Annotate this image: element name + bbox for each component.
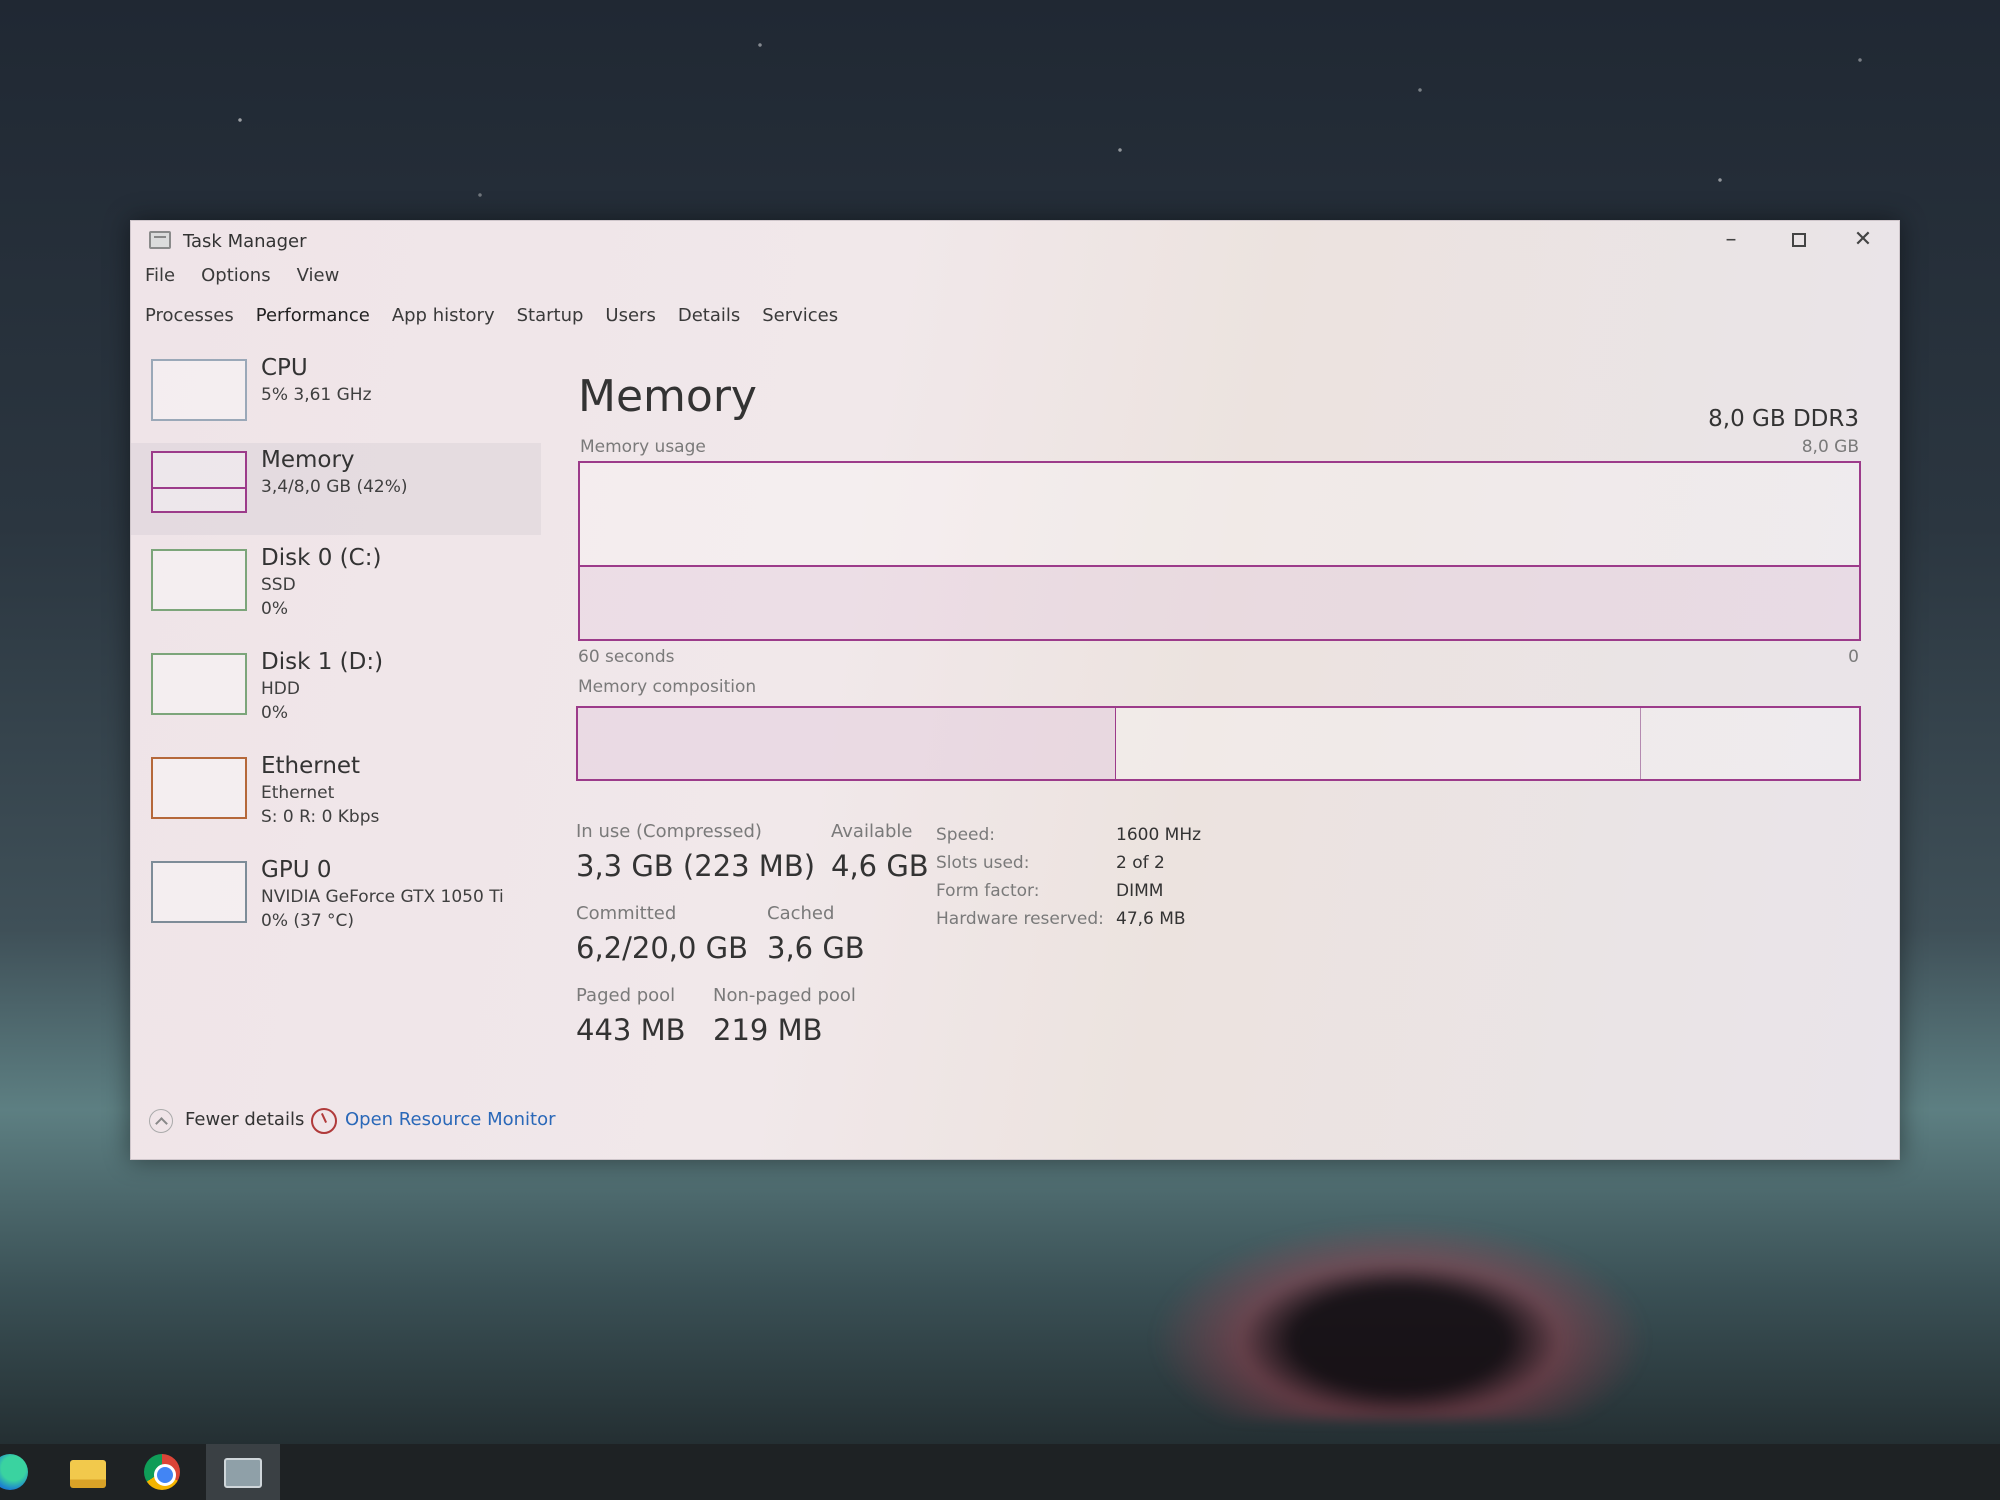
sidebar-item-title: GPU 0 xyxy=(261,857,332,883)
sidebar-item-disk0[interactable]: Disk 0 (C:) SSD 0% xyxy=(131,541,541,633)
task-manager-icon xyxy=(149,231,171,249)
in-use-label: In use (Compressed) xyxy=(576,821,762,842)
sidebar-item-cpu[interactable]: CPU 5% 3,61 GHz xyxy=(131,351,541,443)
disk0-mini-graph xyxy=(151,549,247,611)
paged-pool-value: 443 MB xyxy=(576,1013,686,1047)
sidebar-item-detail: 0% (37 °C) xyxy=(261,911,355,931)
memory-spec: 8,0 GB DDR3 xyxy=(1708,406,1859,432)
available-value: 4,6 GB xyxy=(831,849,929,883)
form-factor-value: DIMM xyxy=(1116,881,1164,901)
form-factor-label: Form factor: xyxy=(936,881,1040,901)
hardware-reserved-label: Hardware reserved: xyxy=(936,909,1104,929)
sidebar-item-detail: 5% 3,61 GHz xyxy=(261,385,372,405)
sidebar-item-memory[interactable]: Memory 3,4/8,0 GB (42%) xyxy=(131,443,541,535)
cached-value: 3,6 GB xyxy=(767,931,865,965)
cpu-mini-graph xyxy=(151,359,247,421)
usage-max-label: 8,0 GB xyxy=(1801,437,1859,457)
hardware-reserved-value: 47,6 MB xyxy=(1116,909,1186,929)
performance-sidebar: CPU 5% 3,61 GHz Memory 3,4/8,0 GB (42%) … xyxy=(131,351,551,971)
sidebar-item-gpu0[interactable]: GPU 0 NVIDIA GeForce GTX 1050 Ti 0% (37 … xyxy=(131,853,541,945)
memory-mini-graph xyxy=(151,451,247,513)
sidebar-item-title: Disk 0 (C:) xyxy=(261,545,382,571)
speed-label: Speed: xyxy=(936,825,996,845)
sidebar-item-title: Disk 1 (D:) xyxy=(261,649,384,675)
slots-used-value: 2 of 2 xyxy=(1116,853,1165,873)
task-manager-taskbar-icon[interactable] xyxy=(224,1458,262,1488)
maximize-button[interactable] xyxy=(1771,225,1827,257)
tab-app-history[interactable]: App history xyxy=(392,305,495,326)
sidebar-item-detail: 0% xyxy=(261,703,288,723)
sidebar-item-ethernet[interactable]: Ethernet Ethernet S: 0 R: 0 Kbps xyxy=(131,749,541,841)
sidebar-item-title: CPU xyxy=(261,355,308,381)
taskbar xyxy=(0,1444,2000,1500)
tab-services[interactable]: Services xyxy=(762,305,838,326)
committed-value: 6,2/20,0 GB xyxy=(576,931,749,965)
file-explorer-icon[interactable] xyxy=(70,1460,106,1488)
sidebar-item-detail: 3,4/8,0 GB (42%) xyxy=(261,477,408,497)
sidebar-item-detail: HDD xyxy=(261,679,300,699)
tab-startup[interactable]: Startup xyxy=(517,305,584,326)
in-use-value: 3,3 GB (223 MB) xyxy=(576,849,816,883)
memory-composition-bar xyxy=(576,706,1861,781)
gpu0-mini-graph xyxy=(151,861,247,923)
sidebar-item-title: Memory xyxy=(261,447,355,473)
committed-label: Committed xyxy=(576,903,677,924)
memory-usage-fill xyxy=(580,565,1859,639)
sidebar-item-detail: NVIDIA GeForce GTX 1050 Ti xyxy=(261,887,504,907)
open-resource-monitor-link[interactable]: Open Resource Monitor xyxy=(345,1109,556,1130)
axis-min-label: 0 xyxy=(1848,647,1859,667)
speed-value: 1600 MHz xyxy=(1116,825,1202,845)
cached-label: Cached xyxy=(767,903,835,924)
task-manager-window: Task Manager – ✕ File Options View Proce… xyxy=(130,220,1900,1160)
sidebar-item-detail: S: 0 R: 0 Kbps xyxy=(261,807,380,827)
memory-usage-graph xyxy=(578,461,1861,641)
tab-processes[interactable]: Processes xyxy=(145,305,234,326)
resource-monitor-icon[interactable] xyxy=(311,1108,337,1134)
disk1-mini-graph xyxy=(151,653,247,715)
menu-view[interactable]: View xyxy=(297,265,340,286)
slots-used-label: Slots used: xyxy=(936,853,1030,873)
memory-usage-label: Memory usage xyxy=(580,437,706,457)
chrome-icon[interactable] xyxy=(144,1454,180,1490)
minimize-button[interactable]: – xyxy=(1703,225,1759,257)
available-label: Available xyxy=(831,821,913,842)
window-footer: Fewer details Open Resource Monitor xyxy=(131,1107,831,1137)
sidebar-item-disk1[interactable]: Disk 1 (D:) HDD 0% xyxy=(131,645,541,737)
sidebar-item-detail: Ethernet xyxy=(261,783,335,803)
menu-options[interactable]: Options xyxy=(201,265,270,286)
maximize-icon xyxy=(1792,233,1806,247)
tab-strip: Processes Performance App history Startu… xyxy=(145,305,838,326)
edge-icon[interactable] xyxy=(0,1454,28,1490)
composition-in-use-segment xyxy=(578,708,1117,779)
chevron-up-icon[interactable] xyxy=(149,1109,173,1133)
tab-users[interactable]: Users xyxy=(605,305,655,326)
menu-file[interactable]: File xyxy=(145,265,175,286)
window-title: Task Manager xyxy=(183,231,307,252)
tab-details[interactable]: Details xyxy=(678,305,740,326)
sidebar-item-detail: 0% xyxy=(261,599,288,619)
close-button[interactable]: ✕ xyxy=(1835,225,1891,257)
ethernet-mini-graph xyxy=(151,757,247,819)
time-span-label: 60 seconds xyxy=(578,647,675,667)
title-bar[interactable]: Task Manager – ✕ xyxy=(131,221,1899,261)
sidebar-item-detail: SSD xyxy=(261,575,296,595)
paged-pool-label: Paged pool xyxy=(576,985,676,1006)
fewer-details-button[interactable]: Fewer details xyxy=(185,1109,304,1130)
sidebar-item-title: Ethernet xyxy=(261,753,361,779)
page-title: Memory xyxy=(578,371,757,422)
wallpaper-reflection xyxy=(1150,1220,1650,1420)
memory-composition-label: Memory composition xyxy=(578,677,757,697)
non-paged-pool-label: Non-paged pool xyxy=(713,985,856,1006)
tab-performance[interactable]: Performance xyxy=(256,305,370,326)
non-paged-pool-value: 219 MB xyxy=(713,1013,823,1047)
menu-bar: File Options View xyxy=(145,265,339,286)
